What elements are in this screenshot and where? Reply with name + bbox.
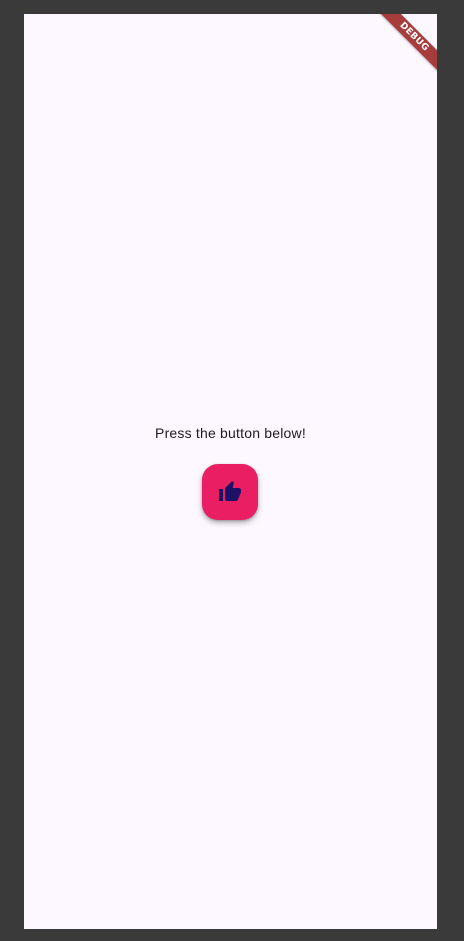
thumb-up-icon: [219, 481, 241, 501]
instruction-text: Press the button below!: [155, 425, 306, 441]
app-body: Press the button below!: [24, 14, 437, 929]
emulator-frame: Press the button below! DEBUG: [0, 0, 464, 941]
thumb-up-button[interactable]: [202, 464, 258, 520]
app-screen: Press the button below! DEBUG: [24, 14, 437, 929]
